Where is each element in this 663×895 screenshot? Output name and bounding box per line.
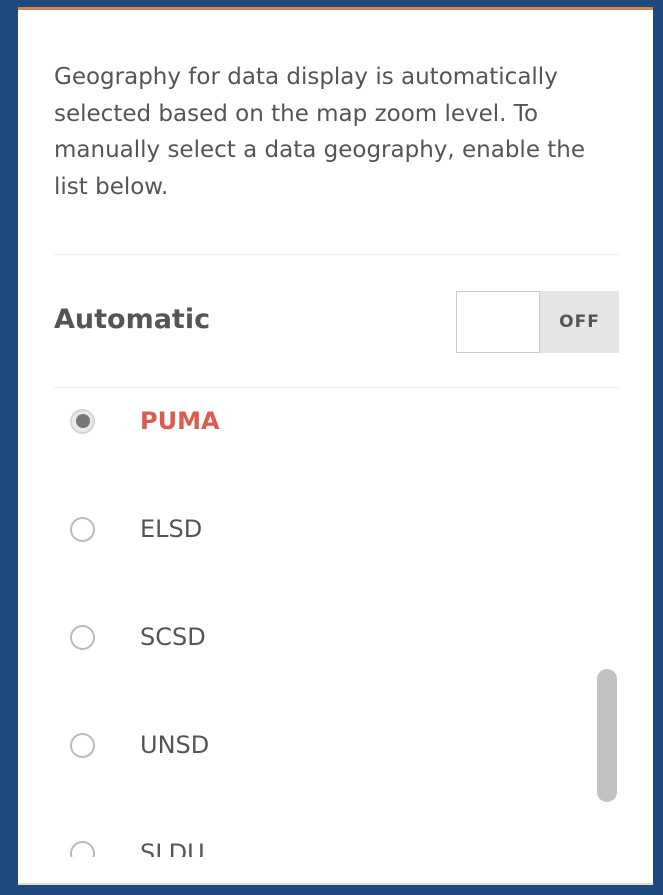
radio-button-checked[interactable] (70, 408, 95, 434)
geography-option-label: PUMA (140, 407, 220, 435)
geography-option-label: UNSD (140, 731, 210, 759)
radio-dot (75, 414, 90, 428)
geography-option-label: SCSD (140, 623, 206, 651)
toggle-knob[interactable] (456, 291, 540, 353)
geography-option-sldu[interactable]: SLDU (70, 833, 205, 857)
radio-button[interactable] (70, 516, 95, 542)
divider (54, 254, 619, 255)
toggle-state-label: OFF (540, 291, 619, 353)
automatic-toggle[interactable]: OFF (456, 291, 619, 353)
geography-option-elsd[interactable]: ELSD (70, 509, 202, 549)
automatic-label: Automatic (54, 304, 211, 335)
geography-list[interactable]: PUMA ELSD SCSD UNSD SLDU (18, 363, 653, 857)
geography-option-puma[interactable]: PUMA (70, 401, 220, 441)
geography-option-scsd[interactable]: SCSD (70, 617, 206, 657)
list-scrollbar[interactable] (597, 669, 617, 802)
geography-description: Geography for data display is automatica… (54, 64, 586, 200)
panel-top-accent (18, 7, 653, 10)
radio-button[interactable] (70, 624, 95, 650)
geography-option-label: SLDU (140, 839, 205, 857)
radio-button[interactable] (70, 732, 95, 758)
geography-panel: Geography for data display is automatica… (18, 7, 653, 885)
geography-option-unsd[interactable]: UNSD (70, 725, 209, 765)
radio-button[interactable] (70, 840, 95, 857)
panel-bottom-edge (18, 883, 653, 885)
geography-option-label: ELSD (140, 515, 203, 543)
